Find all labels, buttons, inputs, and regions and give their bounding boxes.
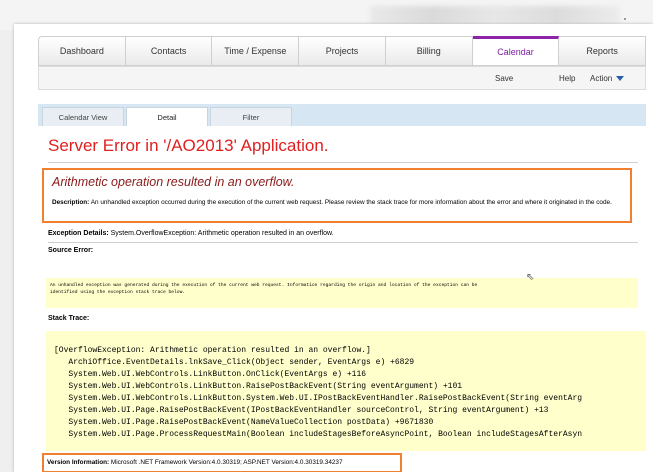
source-error-heading: Source Error: (48, 247, 93, 254)
stack-trace-heading: Stack Trace: (48, 315, 89, 322)
stack-line: System.Web.UI.Page.RaisePostBackEvent(IP… (54, 406, 549, 415)
stack-line: System.Web.UI.WebControls.LinkButton.Rai… (54, 382, 463, 391)
stack-trace-block: [OverflowException: Arithmetic operation… (46, 331, 646, 451)
stack-line: System.Web.UI.Page.RaisePostBackEvent(Na… (54, 418, 434, 427)
description-label: Description: (52, 199, 90, 206)
app-shell: Dashboard Contacts Time / Expense Projec… (14, 24, 653, 472)
highlight-box-version-info: Version Information: Microsoft .NET Fram… (42, 453, 402, 472)
subtab-detail[interactable]: Detail (126, 107, 208, 126)
source-error-block: An unhandled exception was generated dur… (46, 278, 638, 308)
exception-details: Exception Details: System.OverflowExcept… (48, 230, 334, 237)
tab-time-expense[interactable]: Time / Expense (212, 36, 300, 66)
source-label: Source Error: (48, 247, 94, 254)
main-nav-tabs: Dashboard Contacts Time / Expense Projec… (38, 36, 647, 66)
toolbar: Save Help Action (38, 66, 646, 90)
error-description: Description: An unhandled exception occu… (52, 198, 622, 207)
stack-label: Stack Trace: (48, 315, 90, 322)
tab-contacts[interactable]: Contacts (125, 36, 213, 66)
stack-line: [OverflowException: Arithmetic operation… (54, 346, 371, 355)
header-dot (624, 18, 626, 20)
divider (48, 162, 638, 163)
subtab-calendar-view[interactable]: Calendar View (42, 107, 124, 126)
tab-billing[interactable]: Billing (385, 36, 473, 66)
exception-text: System.OverflowException: Arithmetic ope… (110, 230, 334, 237)
tab-dashboard[interactable]: Dashboard (38, 36, 126, 66)
tab-projects[interactable]: Projects (299, 36, 386, 66)
tab-calendar[interactable]: Calendar (472, 36, 560, 66)
divider (48, 242, 638, 243)
version-text: Microsoft .NET Framework Version:4.0.303… (110, 459, 343, 466)
stack-line: System.Web.UI.Page.ProcessRequestMain(Bo… (54, 430, 583, 439)
stack-line: System.Web.UI.WebControls.LinkButton.OnC… (54, 370, 367, 379)
highlight-box-error-message: Arithmetic operation resulted in an over… (42, 168, 632, 223)
mouse-cursor-icon: ⇖ (526, 272, 535, 283)
sub-tab-bar: Calendar View Detail Filter (38, 104, 646, 126)
action-label: Action (590, 74, 613, 83)
page-title: Server Error in '/AO2013' Application. (48, 136, 329, 155)
description-text: An unhandled exception occurred during t… (90, 199, 612, 206)
stack-line: ArchiOffice.EventDetails.lnkSave_Click(O… (54, 358, 415, 367)
version-label: Version Information: (47, 459, 110, 466)
chevron-down-icon (616, 76, 625, 82)
action-menu[interactable]: Action (590, 74, 625, 83)
blurred-header-region (370, 6, 620, 24)
stack-line: System.Web.UI.WebControls.LinkButton.Sys… (54, 394, 583, 403)
error-message: Arithmetic operation resulted in an over… (52, 175, 295, 189)
tab-reports[interactable]: Reports (559, 36, 647, 66)
exception-label: Exception Details: (48, 230, 109, 237)
save-button[interactable]: Save (495, 74, 513, 83)
help-button[interactable]: Help (559, 74, 575, 83)
error-page: Server Error in '/AO2013' Application. A… (38, 126, 646, 472)
subtab-filter[interactable]: Filter (210, 107, 292, 126)
